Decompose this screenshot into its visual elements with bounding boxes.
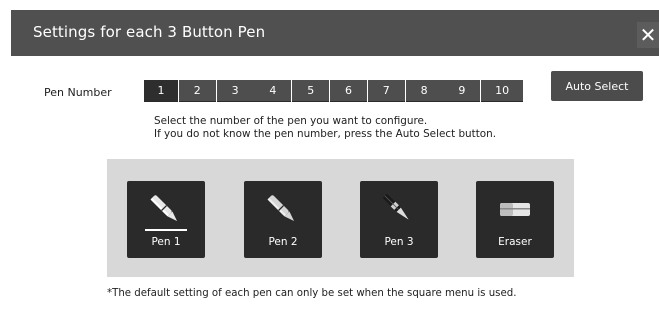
tile-eraser[interactable]: Eraser: [476, 181, 554, 258]
pen-icon: [383, 194, 409, 220]
tile-label: Pen 3: [384, 236, 414, 248]
tile-pen-1[interactable]: Pen 1: [127, 181, 205, 258]
title-bar: Settings for each 3 Button Pen ✕: [11, 10, 659, 56]
pen-number-button-8[interactable]: 8: [405, 80, 443, 102]
auto-select-button[interactable]: Auto Select: [551, 71, 643, 101]
pen-number-button-2[interactable]: 2: [178, 80, 216, 102]
dialog-title: Settings for each 3 Button Pen: [33, 23, 266, 41]
pen-number-button-6[interactable]: 6: [329, 80, 367, 102]
pen-number-selector: 1 2 3 4 5 6 7 8 9 10: [144, 80, 524, 102]
close-icon: ✕: [639, 23, 657, 47]
tile-label: Pen 1: [151, 236, 181, 248]
pen-number-button-5[interactable]: 5: [292, 80, 330, 102]
pen-number-button-9[interactable]: 9: [443, 80, 481, 102]
tile-pen-3[interactable]: Pen 3: [360, 181, 438, 258]
instruction-line-1: Select the number of the pen you want to…: [154, 115, 428, 127]
pen-number-button-7[interactable]: 7: [367, 80, 405, 102]
selected-underline: [145, 229, 187, 231]
pen-number-button-1[interactable]: 1: [144, 80, 178, 102]
instructions: Select the number of the pen you want to…: [154, 115, 496, 141]
instruction-line-2: If you do not know the pen number, press…: [154, 128, 497, 140]
close-button[interactable]: ✕: [637, 22, 659, 48]
pen-number-label: Pen Number: [44, 86, 112, 99]
eraser-icon: [500, 203, 530, 216]
pen-number-button-3[interactable]: 3: [216, 80, 254, 102]
footnote: *The default setting of each pen can onl…: [107, 288, 517, 299]
button-tile-panel: Pen 1 Pen 2 Pen 3 Eraser: [107, 159, 574, 277]
pen-icon: [267, 195, 295, 222]
tile-pen-2[interactable]: Pen 2: [244, 181, 322, 258]
tile-label: Eraser: [498, 236, 532, 248]
tile-label: Pen 2: [268, 236, 298, 248]
pen-number-button-10[interactable]: 10: [481, 80, 524, 102]
pen-number-button-4[interactable]: 4: [254, 80, 292, 102]
